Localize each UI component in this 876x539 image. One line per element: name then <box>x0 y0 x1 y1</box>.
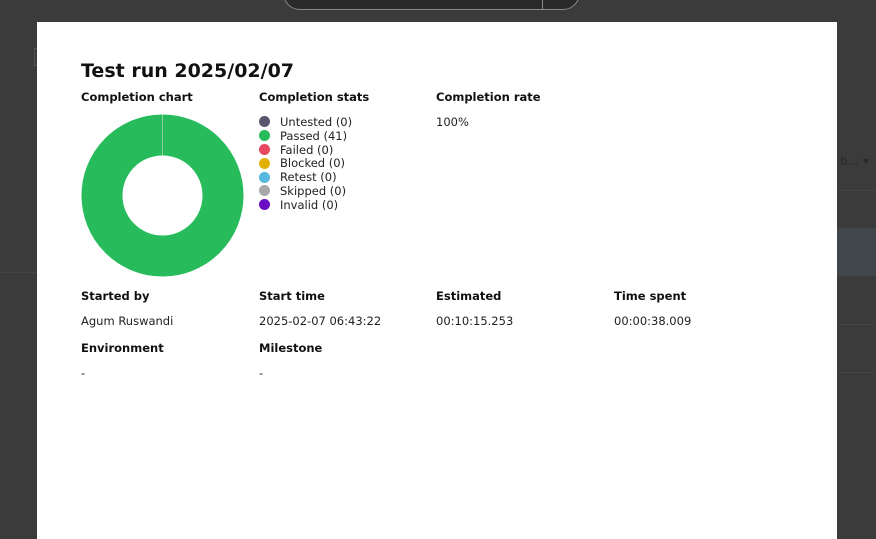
background-divider <box>0 272 37 273</box>
legend-label: Retest (0) <box>280 170 337 185</box>
invalid-dot-icon <box>259 199 270 211</box>
completion-stats-label: Completion stats <box>259 90 370 104</box>
estimated-label: Estimated <box>436 289 502 303</box>
legend-item-blocked: Blocked (0) <box>259 156 352 170</box>
milestone-label: Milestone <box>259 341 323 355</box>
modal-title: Test run 2025/02/07 <box>81 60 295 82</box>
legend-item-retest: Retest (0) <box>259 170 352 184</box>
completion-donut-chart <box>81 114 244 277</box>
started-by-label: Started by <box>81 289 150 303</box>
completion-legend: Untested (0) Passed (41) Failed (0) Bloc… <box>259 115 352 212</box>
start-time-value: 2025-02-07 06:43:22 <box>259 314 382 328</box>
background-selected-row <box>837 228 876 276</box>
legend-label: Invalid (0) <box>280 197 339 212</box>
legend-label: Failed (0) <box>280 142 334 157</box>
background-divider <box>837 372 876 373</box>
estimated-value: 00:10:15.253 <box>436 314 514 328</box>
background-dropdown: b... ▾ <box>840 154 869 168</box>
milestone-value: - <box>259 366 264 380</box>
test-run-modal: Test run 2025/02/07 Completion chart Com… <box>37 22 837 539</box>
completion-chart-label: Completion chart <box>81 90 193 104</box>
time-spent-value: 00:00:38.009 <box>614 314 692 328</box>
environment-value: - <box>81 366 86 380</box>
start-time-label: Start time <box>259 289 325 303</box>
time-spent-label: Time spent <box>614 289 687 303</box>
background-divider <box>837 324 876 325</box>
passed-dot-icon <box>259 130 270 142</box>
legend-label: Blocked (0) <box>280 156 346 171</box>
skipped-dot-icon <box>259 185 270 197</box>
untested-dot-icon <box>259 116 270 128</box>
background-divider <box>837 190 876 191</box>
legend-label: Passed (41) <box>280 128 348 143</box>
legend-item-skipped: Skipped (0) <box>259 184 352 198</box>
blocked-dot-icon <box>259 157 270 169</box>
legend-item-invalid: Invalid (0) <box>259 198 352 212</box>
chevron-down-icon: ▾ <box>862 154 869 168</box>
background-dropdown-text: b... <box>840 154 860 168</box>
legend-item-passed: Passed (41) <box>259 129 352 143</box>
background-toolbar-pill <box>283 0 580 10</box>
completion-rate-value: 100% <box>436 115 469 129</box>
legend-label: Skipped (0) <box>280 183 347 198</box>
started-by-value: Agum Ruswandi <box>81 314 174 328</box>
legend-item-untested: Untested (0) <box>259 115 352 129</box>
legend-item-failed: Failed (0) <box>259 143 352 157</box>
completion-rate-label: Completion rate <box>436 90 541 104</box>
environment-label: Environment <box>81 341 164 355</box>
pill-divider <box>542 0 543 9</box>
retest-dot-icon <box>259 171 270 183</box>
legend-label: Untested (0) <box>280 114 353 129</box>
failed-dot-icon <box>259 143 270 155</box>
